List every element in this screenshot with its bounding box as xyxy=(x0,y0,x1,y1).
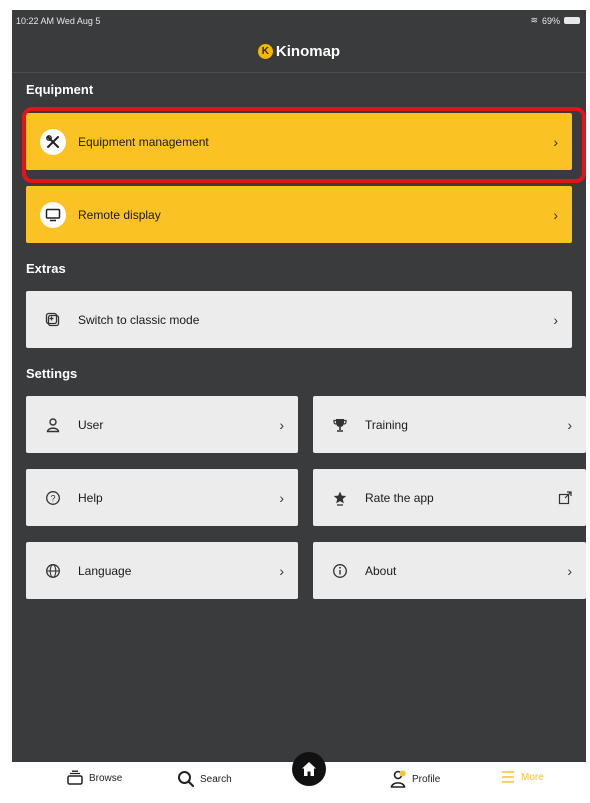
chevron-right-icon: › xyxy=(279,562,284,579)
classic-mode-label: Switch to classic mode xyxy=(78,312,200,327)
about-item[interactable]: About › xyxy=(313,542,586,599)
chevron-right-icon: › xyxy=(279,489,284,506)
external-link-icon xyxy=(558,490,572,505)
monitor-icon xyxy=(40,201,66,228)
tab-more-label: More xyxy=(521,771,544,783)
tab-search[interactable]: Search xyxy=(177,770,232,788)
home-button[interactable] xyxy=(292,752,326,786)
help-item[interactable]: ? Help › xyxy=(26,469,298,526)
help-label: Help xyxy=(78,490,103,505)
status-bar: 10:22 AM Wed Aug 5 ≋ 69% xyxy=(12,10,586,32)
section-title-extras: Extras xyxy=(26,261,66,276)
home-icon xyxy=(300,760,318,778)
browse-icon xyxy=(66,770,84,786)
chevron-right-icon: › xyxy=(553,206,558,223)
menu-icon xyxy=(500,770,516,784)
about-label: About xyxy=(365,563,397,578)
battery-percent: 69% xyxy=(541,15,560,26)
tab-browse-label: Browse xyxy=(89,772,123,784)
profile-icon xyxy=(389,770,407,788)
language-label: Language xyxy=(78,563,132,578)
remote-display-item[interactable]: Remote display › xyxy=(26,186,572,243)
user-label: User xyxy=(78,417,104,432)
svg-text:?: ? xyxy=(50,493,55,503)
chevron-right-icon: › xyxy=(567,562,572,579)
user-icon xyxy=(40,412,66,438)
classic-mode-icon xyxy=(40,307,66,333)
rate-app-label: Rate the app xyxy=(365,490,434,505)
tab-search-label: Search xyxy=(200,773,232,785)
tab-profile-label: Profile xyxy=(412,773,441,785)
app-window: 10:22 AM Wed Aug 5 ≋ 69% K Kinomap Equip… xyxy=(12,10,586,762)
language-item[interactable]: Language › xyxy=(26,542,298,599)
battery-icon xyxy=(564,17,580,24)
app-header: K Kinomap xyxy=(12,36,586,66)
chevron-right-icon: › xyxy=(553,311,558,328)
section-title-settings: Settings xyxy=(26,366,78,381)
tab-browse[interactable]: Browse xyxy=(66,770,122,786)
status-indicators: ≋ 69% xyxy=(530,15,580,26)
kinomap-logo-icon: K xyxy=(257,43,273,59)
wifi-icon: ≋ xyxy=(530,15,538,25)
tab-profile[interactable]: Profile xyxy=(389,770,440,788)
help-icon: ? xyxy=(40,485,66,511)
globe-icon xyxy=(40,558,66,584)
chevron-right-icon: › xyxy=(567,416,572,433)
remote-display-label: Remote display xyxy=(78,207,161,222)
search-icon xyxy=(177,770,195,788)
header-divider xyxy=(12,72,586,73)
selection-highlight xyxy=(22,107,586,183)
tab-more[interactable]: More xyxy=(500,770,544,784)
training-label: Training xyxy=(365,417,408,432)
training-item[interactable]: Training › xyxy=(313,396,586,453)
user-item[interactable]: User › xyxy=(26,396,298,453)
info-icon xyxy=(327,558,353,584)
app-title: Kinomap xyxy=(275,42,341,60)
chevron-right-icon: › xyxy=(279,416,284,433)
classic-mode-item[interactable]: Switch to classic mode › xyxy=(26,291,572,348)
star-badge-icon xyxy=(327,485,353,511)
status-time: 10:22 AM Wed Aug 5 xyxy=(16,16,101,26)
section-title-equipment: Equipment xyxy=(26,82,94,97)
rate-app-item[interactable]: Rate the app xyxy=(313,469,586,526)
trophy-icon xyxy=(327,412,353,438)
